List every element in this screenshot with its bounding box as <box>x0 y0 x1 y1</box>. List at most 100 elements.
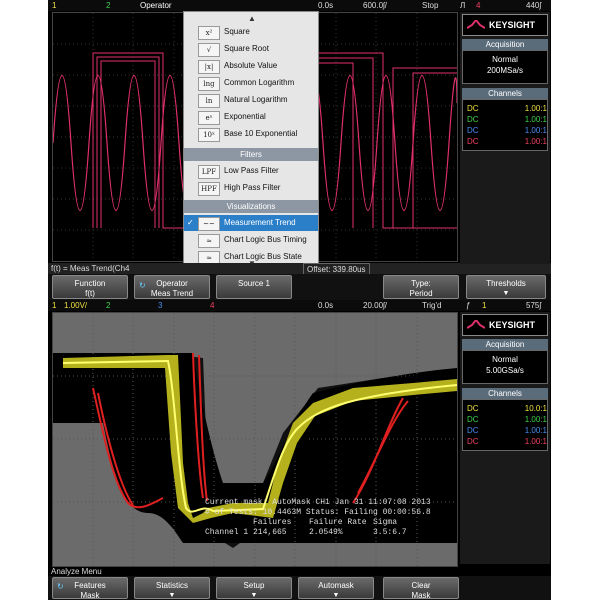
menu-item-label: Low Pass Filter <box>224 166 279 175</box>
time-position: 0.0s <box>318 1 334 10</box>
menu-item-natural-log[interactable]: ln Natural Logarithm <box>184 92 318 108</box>
softkey-operator[interactable]: ↻ Operator Meas Trend <box>134 275 210 299</box>
softkey-clear-mask[interactable]: Clear Mask <box>383 577 459 600</box>
softkey-label: Type: <box>411 279 431 288</box>
keysight-logo: KEYSIGHT <box>462 14 548 36</box>
keysight-logo-icon <box>467 320 485 329</box>
square-root-icon: √ <box>198 43 220 57</box>
channel-probe-ratio: 1.00:1 <box>524 126 547 135</box>
softkey-value: f(t) <box>85 289 95 298</box>
menu-item-absolute-value[interactable]: |x| Absolute Value <box>184 58 318 74</box>
channel-probe-ratio: 1.00:1 <box>524 137 547 146</box>
sample-rate: 5.00GSa/s <box>486 366 524 375</box>
absolute-value-icon: |x| <box>198 60 220 74</box>
menu-item-label: Square <box>224 27 250 36</box>
status-bar: 1 1.00V/ 2 3 4 0.0s 20.00ʃ/ Trig'd ƒ 1 5… <box>48 300 551 311</box>
scroll-up-icon[interactable]: ▲ <box>248 14 256 23</box>
softkey-source-1[interactable]: Source 1 <box>216 275 292 299</box>
softkey-label: Function <box>74 279 106 288</box>
softkey-setup[interactable]: Setup ▼ <box>216 577 292 599</box>
channel-probe-ratio: 10.0:1 <box>524 404 547 413</box>
menu-item-label: Square Root <box>224 44 269 53</box>
menu-item-label: Common Logarithm <box>224 78 295 87</box>
channel-row: DC 1.00:1 <box>467 415 547 425</box>
channel-3-indicator[interactable]: 3 <box>158 300 162 311</box>
menu-item-exponential[interactable]: eˣ Exponential <box>184 109 318 125</box>
rotate-knob-icon: ↻ <box>139 281 146 290</box>
softkey-statistics[interactable]: Statistics ▼ <box>134 577 210 599</box>
menu-item-high-pass-filter[interactable]: HPF High Pass Filter <box>184 180 318 196</box>
softkey-value: Meas Trend <box>150 289 194 298</box>
right-info-panel: KEYSIGHT Acquisition Normal 200MSa/s Cha… <box>460 12 550 264</box>
menu-title: Operator <box>140 1 172 10</box>
tests-status-line: # of Tests: 10.4463M Status: Failing 00:… <box>205 508 431 517</box>
current-mask-line: Current mask: AutoMask CH1 Jan 31 11:07:… <box>205 498 431 507</box>
base10-exponential-icon: 10ˣ <box>198 128 220 142</box>
softkey-function[interactable]: Function f(t) <box>52 275 128 299</box>
channel-2-indicator[interactable]: 2 <box>106 300 110 311</box>
measurement-trend-icon: ~~ <box>198 217 220 231</box>
channel-coupling: DC <box>467 126 479 135</box>
acquisition-box[interactable]: Normal 200MSa/s <box>462 50 548 84</box>
function-expression: f(t) = Meas Trend(Ch4 <box>51 264 130 273</box>
operator-menu[interactable]: ▲ x² Square √ Square Root |x| Absolute V… <box>183 11 319 269</box>
brand-name: KEYSIGHT <box>489 20 536 30</box>
softkey-label: Thresholds <box>486 279 526 288</box>
function-info-bar: f(t) = Meas Trend(Ch4 Offset: 339.80us <box>48 263 551 276</box>
trigger-channel: 4 <box>476 1 481 10</box>
acquisition-box[interactable]: Normal 5.00GSa/s <box>462 350 548 384</box>
menu-item-chart-logic-bus-timing[interactable]: ≈ Chart Logic Bus Timing <box>184 232 318 248</box>
mask-test-readout: Current mask: AutoMask CH1 Jan 31 11:07:… <box>205 498 431 550</box>
trigger-level: 575ʃ <box>526 301 542 310</box>
softkey-type[interactable]: Type: Period <box>383 275 459 299</box>
channel-coupling: DC <box>467 104 479 113</box>
menu-item-label: High Pass Filter <box>224 183 281 192</box>
keysight-logo: KEYSIGHT <box>462 314 548 336</box>
menu-item-common-log[interactable]: lng Common Logarithm <box>184 75 318 91</box>
scope-screen-top: 1 2 Operator 0.0s 600.0ʃ/ Stop Л 4 440ʃ <box>48 0 551 300</box>
channel-row: DC 1.00:1 <box>467 137 547 147</box>
channel-row: DC 1.00:1 <box>467 104 547 114</box>
channel-coupling: DC <box>467 415 479 424</box>
menu-item-measurement-trend[interactable]: ✓ ~~ Measurement Trend <box>184 215 318 231</box>
high-pass-filter-icon: HPF <box>198 182 220 196</box>
softkey-bar: Function f(t) ↻ Operator Meas Trend Sour… <box>48 274 551 300</box>
checkmark-icon: ✓ <box>187 218 194 227</box>
softkey-features[interactable]: ↻ Features Mask <box>52 577 128 600</box>
brand-name: KEYSIGHT <box>489 320 536 330</box>
channels-header: Channels <box>462 88 548 99</box>
channels-box[interactable]: DC 10.0:1 DC 1.00:1 DC 1.00:1 DC 1.00:1 <box>462 399 548 451</box>
natural-log-icon: ln <box>198 94 220 108</box>
menu-item-base10-exponential[interactable]: 10ˣ Base 10 Exponential <box>184 126 318 142</box>
trigger-channel: 1 <box>482 301 487 310</box>
failures-value: 214,665 <box>253 528 287 537</box>
menu-item-label: Chart Logic Bus Timing <box>224 235 307 244</box>
acquisition-mode: Normal <box>492 55 518 64</box>
channel-probe-ratio: 1.00:1 <box>524 426 547 435</box>
softkey-thresholds[interactable]: Thresholds ▼ <box>466 275 546 299</box>
channel-4-indicator[interactable]: 4 <box>210 300 214 311</box>
channel-coupling: DC <box>467 404 479 413</box>
logic-bus-timing-icon: ≈ <box>198 234 220 248</box>
channel-coupling: DC <box>467 426 479 435</box>
stats-row-label: Channel 1 <box>205 528 249 537</box>
channel-row: DC 1.00:1 <box>467 437 547 447</box>
menu-item-square[interactable]: x² Square <box>184 24 318 40</box>
time-scale: 600.0ʃ/ <box>363 1 388 10</box>
channel-1-indicator[interactable]: 1 <box>52 300 56 311</box>
channel-2-indicator[interactable]: 2 <box>106 0 110 11</box>
channel-1-scale: 1.00V/ <box>64 301 88 310</box>
channel-probe-ratio: 1.00:1 <box>524 437 547 446</box>
channel-1-indicator[interactable]: 1 <box>52 0 56 11</box>
menu-item-square-root[interactable]: √ Square Root <box>184 41 318 57</box>
channels-box[interactable]: DC 1.00:1 DC 1.00:1 DC 1.00:1 DC 1.00:1 <box>462 99 548 151</box>
softkey-label: Setup <box>243 581 265 590</box>
channel-coupling: DC <box>467 115 479 124</box>
softkey-automask[interactable]: Automask ▼ <box>298 577 374 599</box>
menu-item-low-pass-filter[interactable]: LPF Low Pass Filter <box>184 163 318 179</box>
common-log-icon: lng <box>198 77 220 91</box>
waveform-display[interactable]: Current mask: AutoMask CH1 Jan 31 11:07:… <box>52 312 458 567</box>
exponential-icon: eˣ <box>198 111 220 125</box>
menu-item-label: Natural Logarithm <box>224 95 288 104</box>
chevron-down-icon: ▼ <box>502 290 510 297</box>
